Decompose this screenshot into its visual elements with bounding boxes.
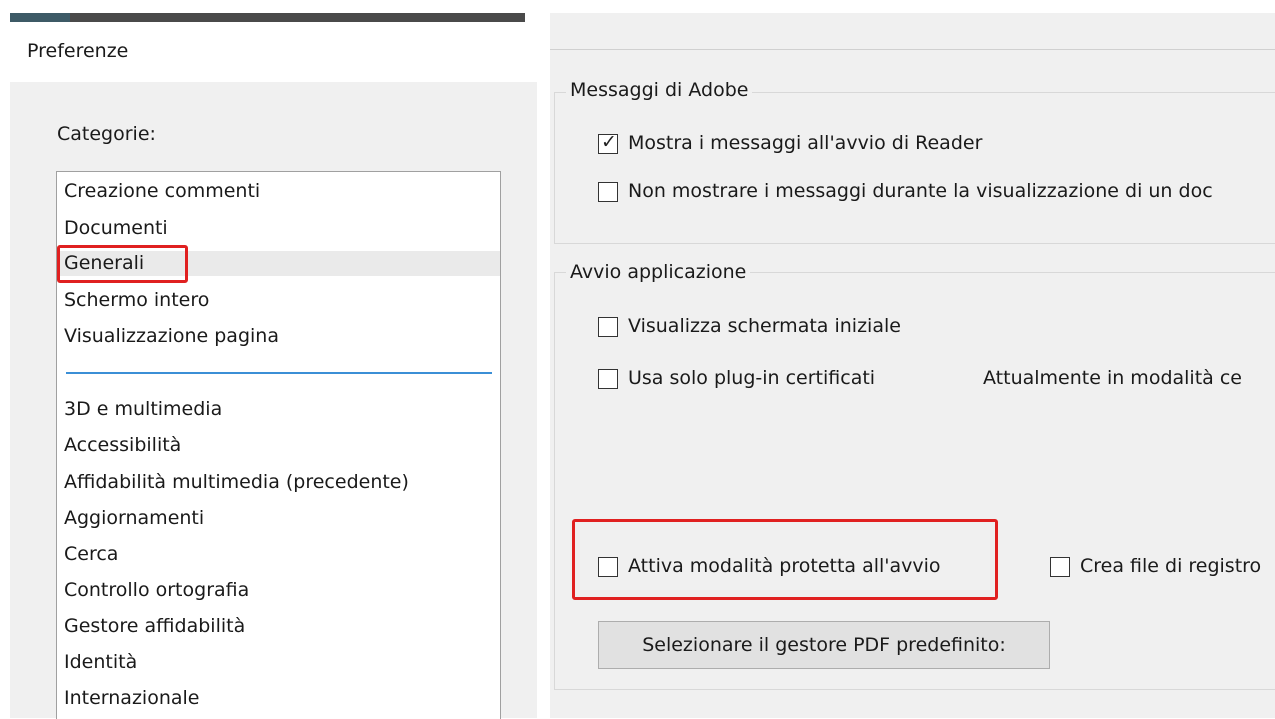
category-item-schermo-intero[interactable]: Schermo intero: [64, 288, 209, 313]
category-item-cerca[interactable]: Cerca: [64, 542, 118, 567]
category-item-creazione-commenti[interactable]: Creazione commenti: [64, 179, 260, 204]
log-file-checkbox[interactable]: [1050, 557, 1070, 577]
list-separator: [66, 372, 492, 374]
dialog-title: Preferenze: [27, 40, 129, 62]
category-item-internazionale[interactable]: Internazionale: [64, 686, 199, 711]
window-top-bar: [10, 13, 525, 22]
dont-show-messages-label: Non mostrare i messaggi durante la visua…: [628, 180, 1213, 202]
category-item-controllo-ortografia[interactable]: Controllo ortografia: [64, 578, 249, 603]
adobe-messages-title: Messaggi di Adobe: [566, 79, 753, 101]
highlight-generali: [57, 245, 188, 283]
show-messages-label: Mostra i messaggi all'avvio di Reader: [628, 132, 983, 154]
show-splash-label: Visualizza schermata iniziale: [628, 315, 901, 337]
log-file-label: Crea file di registro: [1080, 555, 1262, 577]
category-item-documenti[interactable]: Documenti: [64, 216, 168, 241]
category-item-aggiornamenti[interactable]: Aggiornamenti: [64, 506, 204, 531]
certified-plugins-label: Usa solo plug-in certificati: [628, 367, 876, 389]
category-item-visualizzazione-pagina[interactable]: Visualizzazione pagina: [64, 324, 279, 349]
adobe-messages-group: [554, 92, 1275, 244]
panel-gap: [537, 0, 550, 718]
show-splash-checkbox[interactable]: [598, 317, 618, 337]
show-messages-checkbox[interactable]: ✓: [598, 131, 618, 154]
category-item-identita[interactable]: Identità: [64, 650, 137, 675]
certified-plugins-checkbox[interactable]: [598, 369, 618, 389]
dont-show-messages-checkbox[interactable]: [598, 182, 618, 202]
category-item-affidabilita-multimedia[interactable]: Affidabilità multimedia (precedente): [64, 470, 409, 495]
checkmark-icon: ✓: [601, 131, 617, 153]
default-pdf-handler-button[interactable]: Selezionare il gestore PDF predefinito:: [598, 621, 1050, 669]
highlight-protected-mode: [572, 519, 998, 600]
app-startup-title: Avvio applicazione: [566, 261, 751, 283]
right-top-strip: [550, 13, 1275, 50]
categories-label: Categorie:: [57, 123, 156, 145]
category-item-accessibilita[interactable]: Accessibilità: [64, 433, 181, 458]
window-top-bar-accent: [10, 13, 70, 22]
category-item-gestore-affidabilita[interactable]: Gestore affidabilità: [64, 614, 245, 639]
category-item-3d-multimedia[interactable]: 3D e multimedia: [64, 397, 222, 422]
certified-mode-status: Attualmente in modalità ce: [983, 367, 1242, 389]
